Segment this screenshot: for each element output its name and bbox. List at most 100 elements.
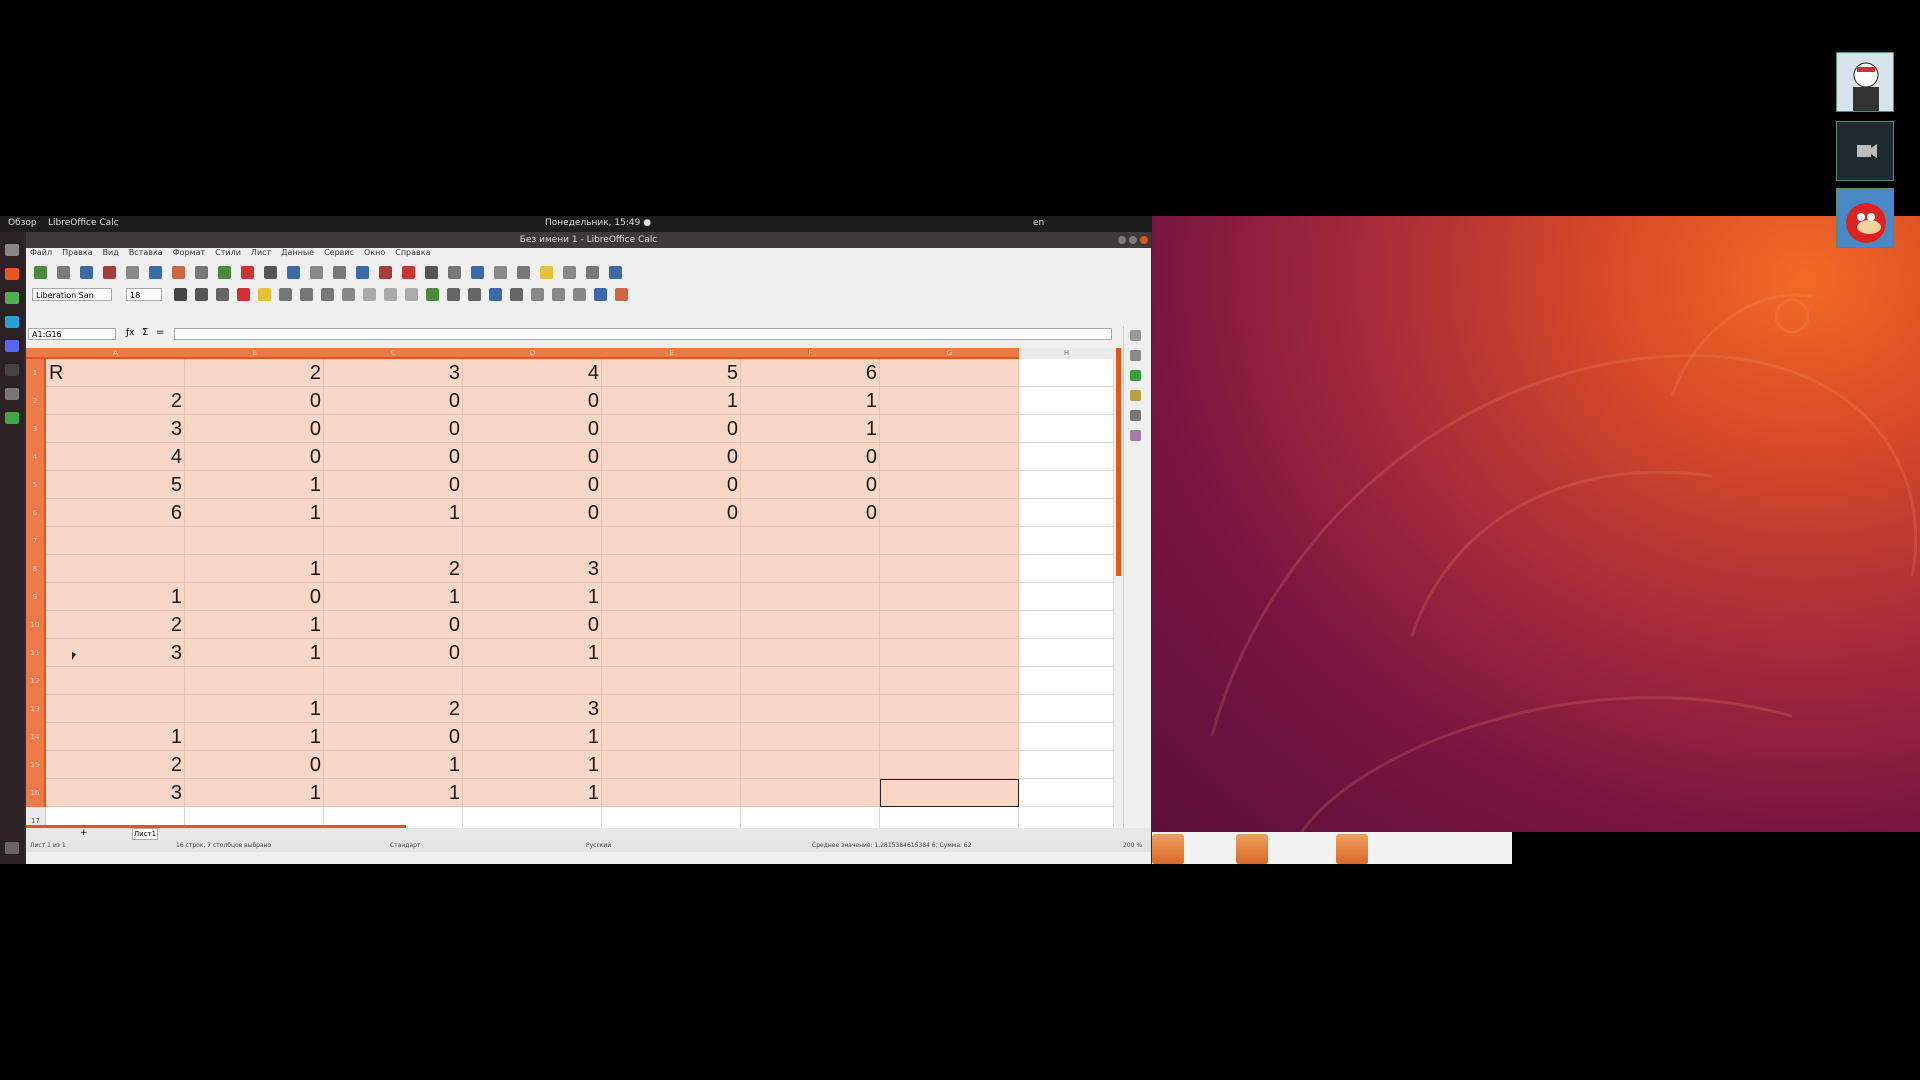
cell[interactable]	[880, 555, 1019, 583]
cell[interactable]	[46, 555, 185, 583]
navigator-icon[interactable]	[1130, 410, 1141, 421]
cell[interactable]: 1	[602, 387, 741, 415]
row-header[interactable]: 15	[26, 751, 46, 779]
cell[interactable]	[880, 695, 1019, 723]
status-zoom[interactable]: 200 %	[1123, 842, 1142, 849]
cell[interactable]	[1019, 611, 1114, 639]
cell[interactable]	[880, 359, 1019, 387]
toolbar-button-icon[interactable]	[310, 266, 323, 279]
cell[interactable]: 2	[46, 611, 185, 639]
format-button-icon[interactable]	[174, 288, 187, 301]
cell[interactable]	[1019, 667, 1114, 695]
cell[interactable]	[741, 667, 880, 695]
cell[interactable]: 0	[741, 443, 880, 471]
format-button-icon[interactable]	[594, 288, 607, 301]
dock-app-icon[interactable]	[1152, 834, 1184, 864]
cell[interactable]: 1	[741, 415, 880, 443]
format-button-icon[interactable]	[321, 288, 334, 301]
column-header[interactable]: H	[1019, 348, 1114, 359]
cell[interactable]	[602, 695, 741, 723]
cell[interactable]	[1019, 639, 1114, 667]
cell[interactable]	[741, 527, 880, 555]
cell[interactable]: 1	[46, 583, 185, 611]
cell[interactable]	[741, 639, 880, 667]
function-wizard-icon[interactable]: ƒx	[126, 328, 135, 338]
cell[interactable]	[741, 723, 880, 751]
participant-camera-off[interactable]	[1836, 121, 1894, 181]
cell[interactable]	[880, 471, 1019, 499]
cell[interactable]: 0	[602, 499, 741, 527]
row-header[interactable]: 14	[26, 723, 46, 751]
format-button-icon[interactable]	[615, 288, 628, 301]
cell[interactable]: 2	[46, 387, 185, 415]
clock[interactable]: Понедельник, 15:49 ●	[545, 218, 651, 228]
cell[interactable]: 0	[324, 723, 463, 751]
cell[interactable]: 0	[741, 471, 880, 499]
row-header[interactable]: 12	[26, 667, 46, 695]
cell[interactable]: 2	[324, 555, 463, 583]
menu-item[interactable]: Файл	[30, 248, 52, 257]
cell[interactable]	[1019, 471, 1114, 499]
format-button-icon[interactable]	[489, 288, 502, 301]
cell[interactable]: 0	[463, 471, 602, 499]
cell[interactable]: 3	[324, 359, 463, 387]
select-all-corner[interactable]	[26, 348, 46, 359]
cell[interactable]: 2	[46, 751, 185, 779]
cell[interactable]: 1	[324, 499, 463, 527]
toolbar-button-icon[interactable]	[264, 266, 277, 279]
cell[interactable]: 3	[46, 779, 185, 807]
cell[interactable]	[46, 695, 185, 723]
sidebar-menu-icon[interactable]	[1130, 330, 1141, 341]
cell[interactable]: 1	[324, 779, 463, 807]
name-box[interactable]: A1:G16	[28, 328, 116, 340]
cell[interactable]: 1	[185, 471, 324, 499]
vertical-scrollbar[interactable]	[1116, 348, 1121, 576]
cell[interactable]	[1019, 751, 1114, 779]
cell[interactable]	[1019, 779, 1114, 807]
cell[interactable]	[324, 527, 463, 555]
cell[interactable]	[185, 527, 324, 555]
software-icon[interactable]	[5, 268, 19, 280]
cell[interactable]	[1019, 387, 1114, 415]
functions-icon[interactable]	[1130, 430, 1141, 441]
cell[interactable]	[602, 527, 741, 555]
row-header[interactable]: 3	[26, 415, 46, 443]
cell[interactable]	[602, 779, 741, 807]
row-header[interactable]: 6	[26, 499, 46, 527]
row-header[interactable]: 1	[26, 359, 46, 387]
toolbar-button-icon[interactable]	[172, 266, 185, 279]
cell[interactable]	[880, 723, 1019, 751]
font-name-box[interactable]: Liberation San	[32, 288, 112, 301]
minimize-button[interactable]	[1118, 236, 1126, 244]
cell[interactable]: 1	[463, 583, 602, 611]
menu-item[interactable]: Стили	[215, 248, 241, 257]
row-header[interactable]: 11	[26, 639, 46, 667]
toolbar-button-icon[interactable]	[241, 266, 254, 279]
toolbar-button-icon[interactable]	[471, 266, 484, 279]
cell[interactable]	[463, 527, 602, 555]
toolbar-button-icon[interactable]	[149, 266, 162, 279]
toolbar-button-icon[interactable]	[448, 266, 461, 279]
cell[interactable]: 1	[185, 555, 324, 583]
show-apps-icon[interactable]	[5, 842, 19, 854]
cell[interactable]	[880, 583, 1019, 611]
toolbar-button-icon[interactable]	[333, 266, 346, 279]
cell[interactable]: 1	[324, 751, 463, 779]
cell[interactable]	[741, 611, 880, 639]
cell[interactable]: 0	[185, 415, 324, 443]
cell[interactable]	[880, 527, 1019, 555]
format-button-icon[interactable]	[384, 288, 397, 301]
telegram-icon[interactable]	[5, 316, 19, 328]
format-button-icon[interactable]	[216, 288, 229, 301]
toolbar-button-icon[interactable]	[540, 266, 553, 279]
terminal-icon[interactable]	[5, 364, 19, 376]
cell[interactable]: 0	[324, 443, 463, 471]
styles-icon[interactable]	[1130, 370, 1141, 381]
format-button-icon[interactable]	[468, 288, 481, 301]
toolbar-button-icon[interactable]	[80, 266, 93, 279]
formula-input[interactable]	[174, 328, 1112, 340]
close-button[interactable]	[1140, 236, 1148, 244]
cell[interactable]: 0	[463, 387, 602, 415]
cell[interactable]: 0	[463, 611, 602, 639]
cell[interactable]	[880, 387, 1019, 415]
